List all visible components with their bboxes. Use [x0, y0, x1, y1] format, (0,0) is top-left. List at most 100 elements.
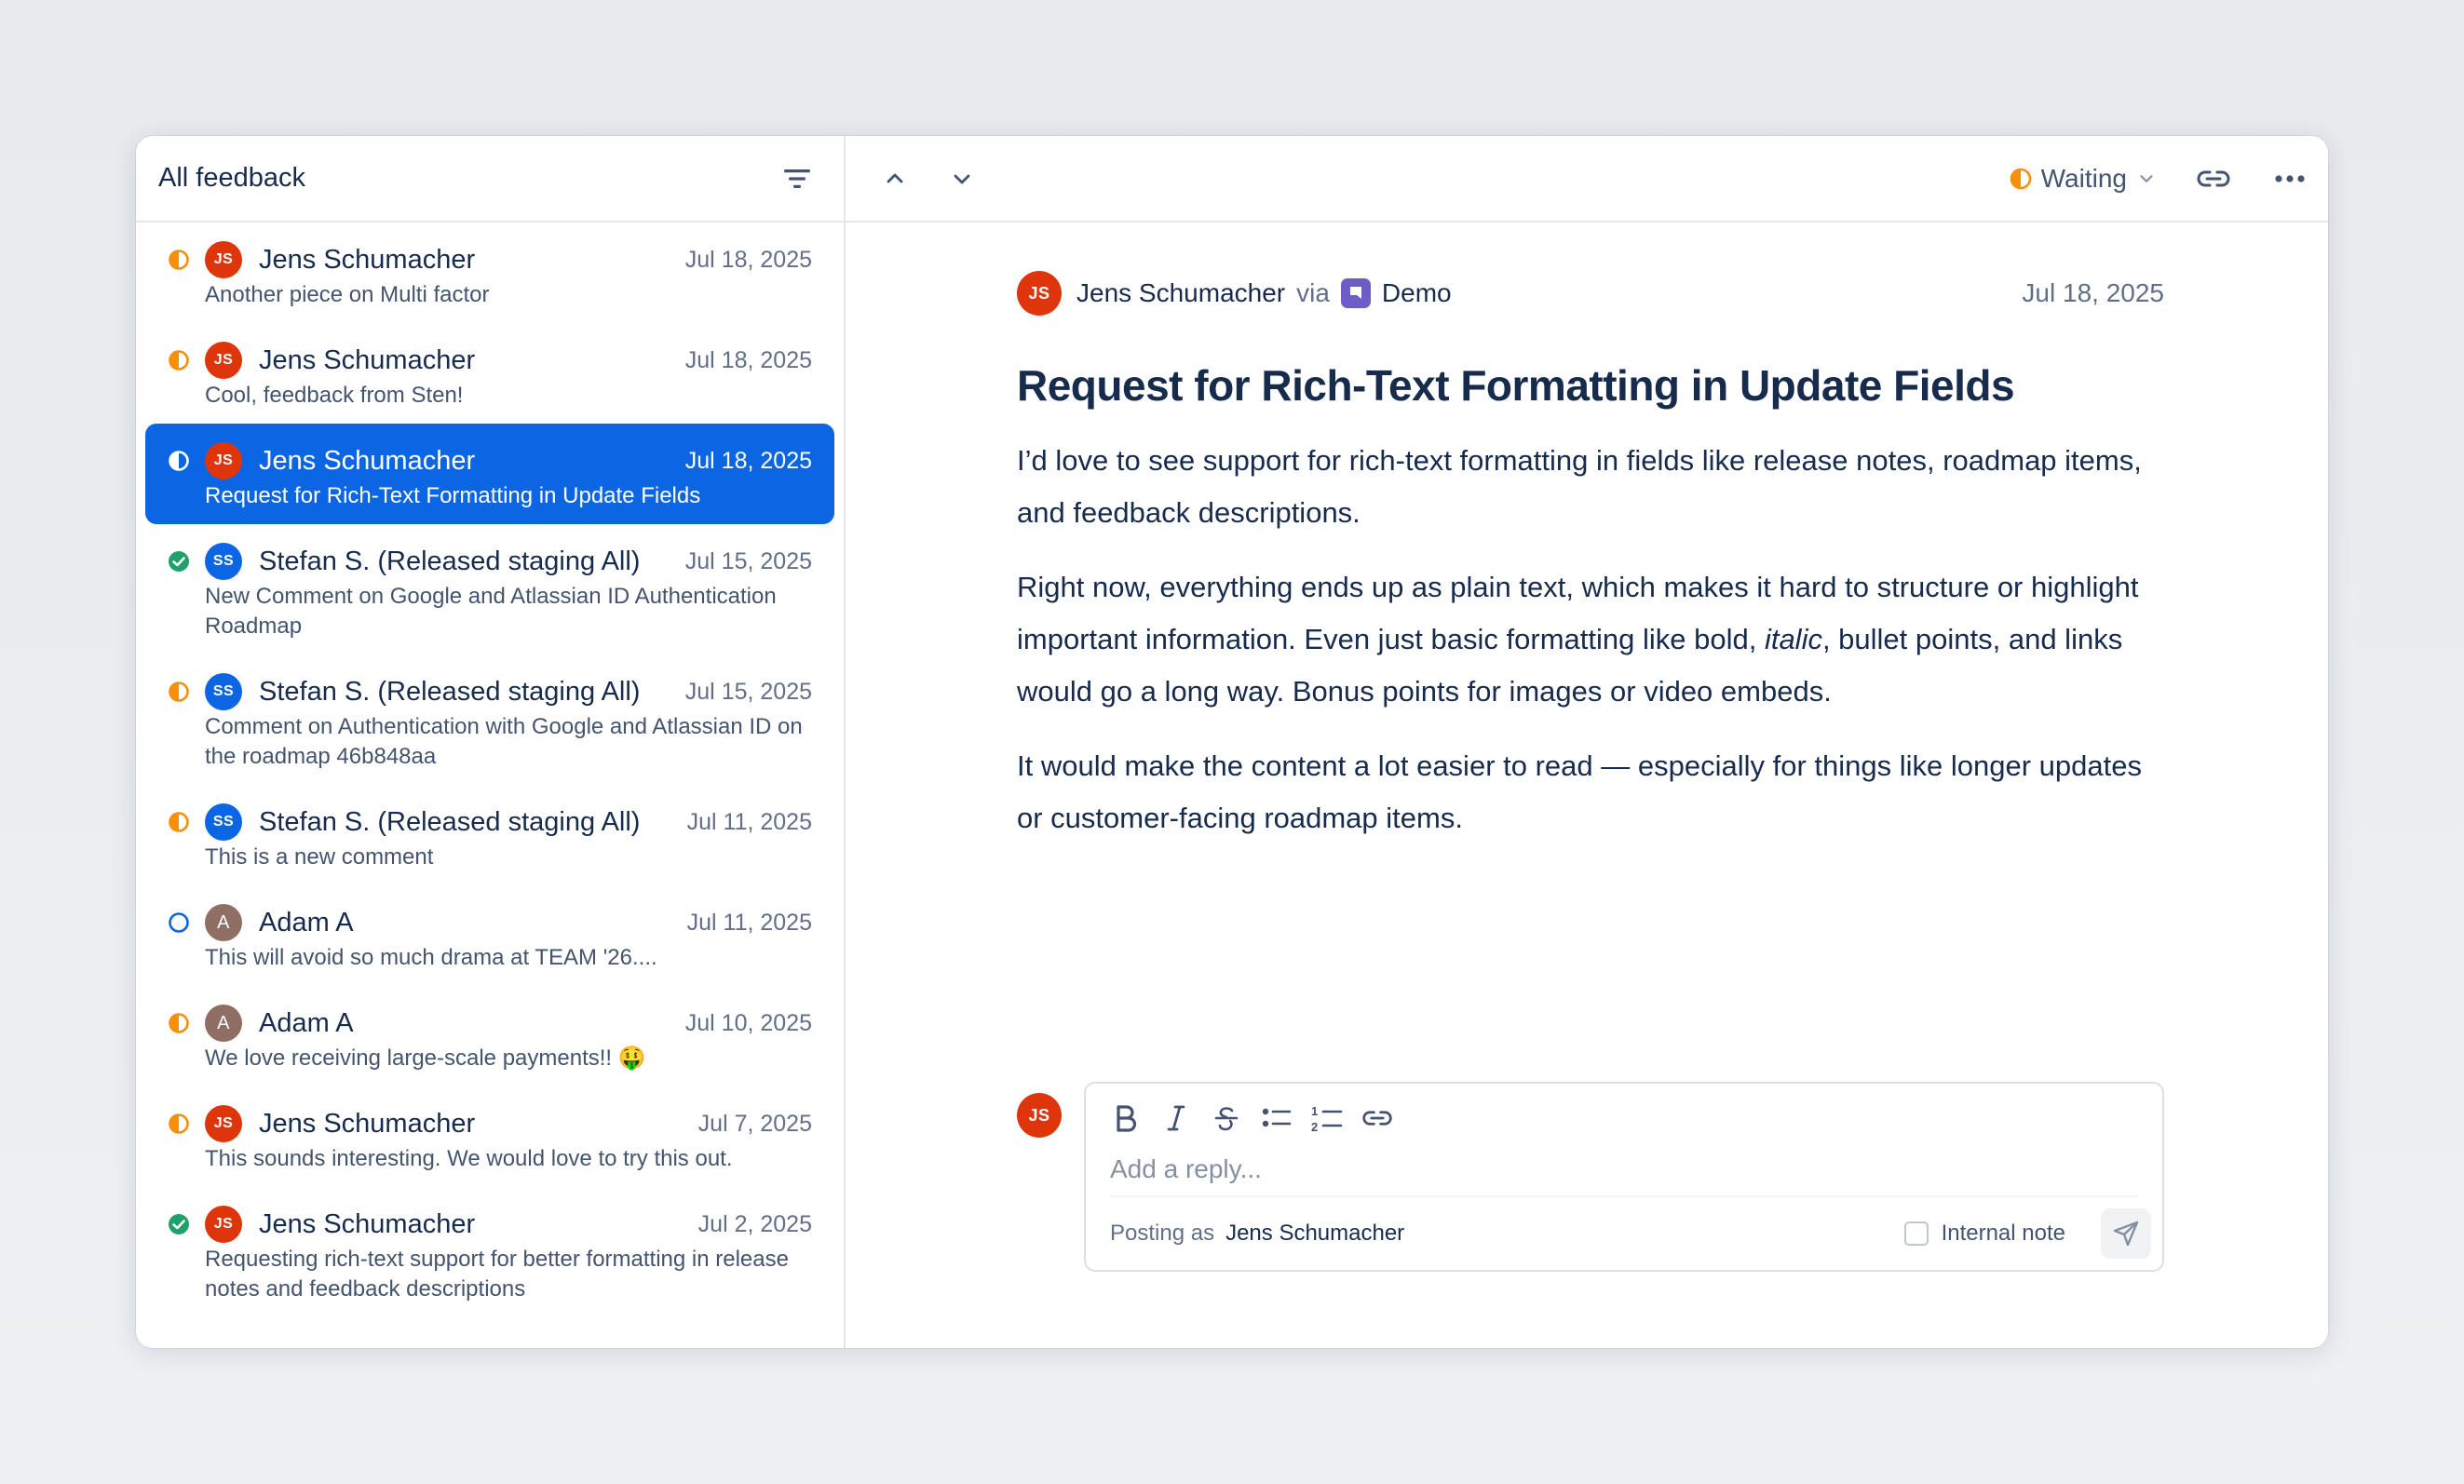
avatar: A	[205, 904, 242, 941]
feedback-list-item[interactable]: SS Stefan S. (Released staging All) Jul …	[145, 654, 834, 785]
strikethrough-icon	[1214, 1107, 1239, 1131]
copy-link-button[interactable]	[2194, 159, 2233, 198]
filter-icon	[784, 169, 810, 188]
avatar: JS	[205, 1206, 242, 1243]
waiting-status-icon	[168, 1012, 190, 1034]
body-paragraph-3: It would make the content a lot easier t…	[1017, 749, 2142, 834]
feedback-list-item[interactable]: A Adam A Jul 10, 2025 We love receiving …	[145, 986, 834, 1086]
feedback-item-header: A Adam A Jul 11, 2025	[168, 902, 812, 943]
source-name[interactable]: Demo	[1382, 278, 1452, 308]
waiting-status-icon	[168, 1113, 190, 1135]
feedback-date: Jul 15, 2025	[684, 678, 812, 705]
feedback-preview: New Comment on Google and Atlassian ID A…	[205, 584, 777, 639]
strikethrough-button[interactable]	[1211, 1102, 1242, 1134]
link-icon	[1362, 1111, 1392, 1126]
more-horizontal-icon	[2275, 174, 2305, 182]
feedback-preview: Requesting rich-text support for better …	[205, 1247, 789, 1302]
feedback-list-item[interactable]: A Adam A Jul 11, 2025 This will avoid so…	[145, 885, 834, 986]
internal-note-checkbox[interactable]	[1903, 1221, 1929, 1246]
feedback-item-header: SS Stefan S. (Released staging All) Jul …	[168, 802, 812, 843]
bold-button[interactable]	[1110, 1102, 1142, 1134]
send-icon	[2113, 1221, 2139, 1247]
feedback-preview: This sounds interesting. We would love t…	[205, 1146, 733, 1171]
body-paragraph-2: Right now, everything ends up as plain t…	[1017, 561, 2164, 718]
waiting-status-icon	[168, 349, 190, 371]
waiting-status-icon	[168, 249, 190, 271]
feedback-author: Stefan S. (Released staging All)	[259, 546, 641, 576]
feedback-preview: This will avoid so much drama at TEAM '2…	[205, 945, 657, 970]
avatar: A	[205, 1005, 242, 1042]
bullet-list-button[interactable]	[1261, 1102, 1293, 1134]
feedback-content: JS Jens Schumacher via Demo Jul 18, 2025…	[1017, 223, 2164, 1272]
previous-button[interactable]	[875, 159, 914, 198]
feedback-author: Jens Schumacher	[259, 445, 476, 476]
internal-note-label[interactable]: Internal note	[1942, 1221, 2065, 1247]
insert-link-button[interactable]	[1361, 1102, 1393, 1134]
feedback-sidebar: All feedback JS Jens Schumacher Jul 18, …	[136, 136, 846, 1348]
waiting-status-icon	[168, 450, 190, 472]
feedback-preview: Another piece on Multi factor	[205, 282, 490, 307]
numbered-list-icon: 12	[1311, 1104, 1343, 1133]
feedback-list-item[interactable]: JS Jens Schumacher Jul 18, 2025 Request …	[145, 424, 834, 524]
feedback-item-header: SS Stefan S. (Released staging All) Jul …	[168, 541, 812, 582]
more-options-button[interactable]	[2270, 159, 2309, 198]
body-paragraph-1: I’d love to see support for rich-text fo…	[1017, 444, 2142, 529]
reply-input[interactable]	[1110, 1151, 2138, 1188]
feedback-date: Jul 2, 2025	[697, 1210, 812, 1237]
avatar: JS	[205, 342, 242, 379]
chevron-up-icon	[887, 173, 903, 182]
feedback-item-header: JS Jens Schumacher Jul 2, 2025	[168, 1204, 812, 1245]
demo-source-icon	[1340, 278, 1371, 308]
feedback-item-header: A Adam A Jul 10, 2025	[168, 1003, 812, 1044]
reply-composer: JS 1 2 Add a reply... Posting as Jens Sc…	[1017, 1082, 2164, 1272]
feedback-date: Jul 11, 2025	[686, 909, 812, 936]
numbered-list-button[interactable]: 12	[1311, 1102, 1343, 1134]
feedback-list-item[interactable]: JS Jens Schumacher Jul 2, 2025 Requestin…	[145, 1187, 834, 1317]
feedback-author: Jens Schumacher	[259, 344, 476, 375]
italic-button[interactable]	[1160, 1102, 1192, 1134]
feedback-preview: We love receiving large-scale payments!!…	[205, 1046, 646, 1071]
feedback-list-item[interactable]: SS Stefan S. (Released staging All) Jul …	[145, 524, 834, 654]
feedback-list-item[interactable]: SS Stefan S. (Released staging All) Jul …	[145, 785, 834, 885]
author-name[interactable]: Jens Schumacher	[1076, 278, 1285, 308]
next-button[interactable]	[942, 159, 982, 198]
feedback-author: Jens Schumacher	[259, 244, 476, 275]
bold-icon	[1117, 1105, 1137, 1132]
feedback-date: Jul 11, 2025	[686, 808, 812, 835]
feedback-author: Adam A	[259, 1007, 354, 1038]
italic-icon	[1167, 1105, 1185, 1131]
app-window: All feedback JS Jens Schumacher Jul 18, …	[136, 136, 2328, 1348]
feedback-date: Jul 18, 2025	[684, 346, 812, 373]
detail-header: Waiting	[846, 136, 2328, 223]
feedback-list-item[interactable]: JS Jens Schumacher Jul 18, 2025 Another …	[145, 223, 834, 323]
via-label: via	[1296, 278, 1330, 307]
open-status-icon	[168, 911, 190, 934]
feedback-date: Jul 7, 2025	[697, 1110, 812, 1137]
feedback-title: Request for Rich-Text Formatting in Upda…	[1017, 361, 2015, 410]
avatar: SS	[205, 673, 242, 710]
done-status-icon	[168, 1213, 190, 1235]
avatar: SS	[205, 803, 242, 841]
status-label: Waiting	[2040, 163, 2127, 193]
author-avatar[interactable]: JS	[1017, 271, 1062, 316]
status-dropdown[interactable]: Waiting	[2010, 164, 2157, 194]
reply-footer: Posting as Jens Schumacher Internal note	[1110, 1195, 2151, 1270]
feedback-author: Adam A	[259, 907, 354, 938]
feedback-list-item[interactable]: JS Jens Schumacher Jul 18, 2025 Cool, fe…	[145, 323, 834, 424]
feedback-preview: Request for Rich-Text Formatting in Upda…	[205, 483, 701, 508]
bullet-list-icon	[1262, 1108, 1292, 1127]
feedback-detail: Waiting JS Jens Schumacher via Demo Jul …	[846, 136, 2328, 1348]
filter-button[interactable]	[778, 160, 816, 197]
sidebar-title: All feedback	[158, 163, 305, 193]
feedback-author: Stefan S. (Released staging All)	[259, 806, 641, 837]
feedback-list-item[interactable]: JS Jens Schumacher Jul 7, 2025 This soun…	[145, 1086, 834, 1187]
feedback-author: Jens Schumacher	[259, 1208, 476, 1239]
avatar: JS	[205, 241, 242, 278]
svg-text:1: 1	[1311, 1104, 1318, 1118]
send-button[interactable]	[2101, 1208, 2151, 1259]
feedback-date: Jul 15, 2025	[684, 547, 812, 574]
feedback-list: JS Jens Schumacher Jul 18, 2025 Another …	[136, 223, 844, 1348]
feedback-author: Stefan S. (Released staging All)	[259, 676, 641, 707]
feedback-preview: Cool, feedback from Sten!	[205, 383, 464, 408]
done-status-icon	[168, 550, 190, 573]
